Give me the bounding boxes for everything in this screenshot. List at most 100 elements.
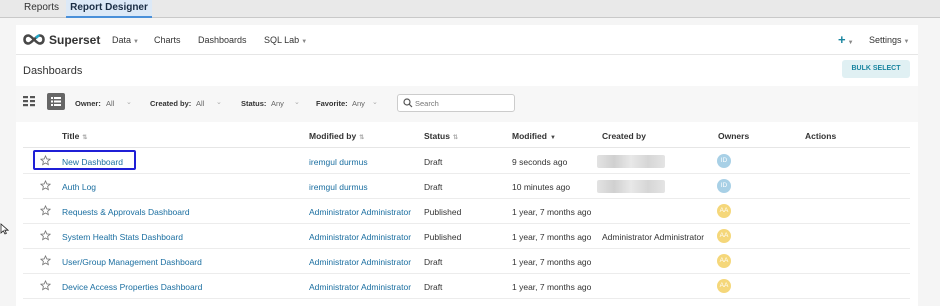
dashboard-title-link[interactable]: Device Access Properties Dashboard — [62, 282, 202, 292]
column-header-title-label: Title — [62, 131, 80, 141]
brand-name: Superset — [49, 33, 101, 47]
chevron-down-icon: ▼ — [903, 39, 910, 45]
column-header-created-by: Created by — [602, 131, 646, 141]
column-header-actions: Actions — [805, 131, 837, 141]
favorite-star-icon[interactable] — [40, 255, 51, 266]
nav-sql-lab-label: SQL Lab — [264, 35, 300, 45]
dashboard-title-link[interactable]: System Health Stats Dashboard — [62, 232, 183, 242]
column-header-modified-label: Modified — [512, 131, 547, 141]
tab-report-designer[interactable]: Report Designer — [66, 0, 152, 18]
table-row: Device Access Properties Dashboard Admini… — [23, 274, 910, 299]
sort-icon: ⇅ — [359, 135, 365, 141]
navbar: Superset Data ▼ Charts Dashboards SQL Lab… — [16, 25, 918, 55]
column-header-status-label: Status — [424, 131, 450, 141]
owner-avatar[interactable]: AA — [717, 229, 731, 243]
modified-by-link[interactable]: Administrator Administrator — [309, 282, 411, 292]
redacted-created-by — [597, 180, 665, 193]
list-view-icon — [51, 97, 61, 106]
modified-value: 1 year, 7 months ago — [512, 282, 592, 292]
column-header-modified-by-label: Modified by — [309, 131, 357, 141]
dashboard-title-link[interactable]: Auth Log — [62, 182, 96, 192]
new-menu-button[interactable]: + ▼ — [838, 32, 854, 47]
favorite-star-icon[interactable] — [40, 180, 51, 191]
modified-by-link[interactable]: Administrator Administrator — [309, 207, 411, 217]
modified-by-link[interactable]: Administrator Administrator — [309, 257, 411, 267]
table-row: New Dashboard iremgul durmus Draft 9 second… — [23, 149, 910, 174]
plus-icon: + — [838, 32, 846, 47]
modified-by-link[interactable]: Administrator Administrator — [309, 232, 411, 242]
owner-avatar[interactable]: AA — [717, 254, 731, 268]
favorite-star-icon[interactable] — [40, 230, 51, 241]
nav-charts[interactable]: Charts — [154, 35, 181, 45]
owner-filter-label: Owner: — [75, 99, 101, 108]
owner-avatar[interactable]: AA — [717, 279, 731, 293]
table-header: Title ⇅ Modified by ⇅ Status ⇅ Modified ▼ Cr… — [23, 123, 910, 148]
redacted-created-by — [597, 155, 665, 168]
list-view-button[interactable] — [47, 93, 65, 110]
chevron-down-icon[interactable]: ⌄ — [294, 98, 300, 106]
status-value: Draft — [424, 257, 443, 267]
favorite-filter-select[interactable]: Any — [352, 99, 365, 108]
created-by-filter-label: Created by: — [150, 99, 192, 108]
owner-avatar[interactable]: AA — [717, 204, 731, 218]
selection-highlight — [33, 150, 136, 170]
favorite-star-icon[interactable] — [40, 205, 51, 216]
status-value: Draft — [424, 282, 443, 292]
status-value: Published — [424, 232, 462, 242]
page-title: Dashboards — [23, 65, 83, 77]
column-header-owners: Owners — [718, 131, 750, 141]
status-value: Published — [424, 207, 462, 217]
column-header-title[interactable]: Title ⇅ — [62, 131, 87, 141]
settings-label: Settings — [869, 35, 902, 45]
chevron-down-icon[interactable]: ⌄ — [372, 98, 378, 106]
outer-tab-bar: Reports Report Designer — [0, 0, 940, 18]
owner-avatar[interactable]: ID — [717, 179, 731, 193]
chevron-down-icon[interactable]: ⌄ — [126, 98, 132, 106]
column-header-modified-by[interactable]: Modified by ⇅ — [309, 131, 364, 141]
modified-by-link[interactable]: iremgul durmus — [309, 182, 368, 192]
column-header-status[interactable]: Status ⇅ — [424, 131, 458, 141]
owner-filter-select[interactable]: All — [106, 99, 114, 108]
modified-value: 1 year, 7 months ago — [512, 257, 592, 267]
settings-menu[interactable]: Settings ▼ — [869, 35, 909, 45]
modified-by-link[interactable]: iremgul durmus — [309, 157, 368, 167]
chevron-down-icon: ▼ — [847, 40, 854, 46]
created-by-filter-select[interactable]: All — [196, 99, 204, 108]
nav-data[interactable]: Data ▼ — [112, 35, 139, 45]
card-view-icon[interactable] — [22, 94, 36, 108]
modified-value: 1 year, 7 months ago — [512, 207, 592, 217]
mouse-cursor-icon — [0, 223, 9, 235]
status-filter-label: Status: — [241, 99, 267, 108]
sort-icon: ⇅ — [452, 135, 459, 141]
dashboard-title-link[interactable]: User/Group Management Dashboard — [62, 257, 202, 267]
nav-sql-lab[interactable]: SQL Lab ▼ — [264, 35, 307, 45]
modified-value: 1 year, 7 months ago — [512, 232, 592, 242]
modified-value: 10 minutes ago — [512, 182, 571, 192]
column-header-modified[interactable]: Modified ▼ — [512, 131, 556, 141]
status-filter-select[interactable]: Any — [271, 99, 284, 108]
sort-descending-icon: ▼ — [549, 135, 556, 141]
search-icon — [403, 98, 413, 108]
sort-icon: ⇅ — [82, 135, 88, 141]
table-row: Requests & Approvals Dashboard Administra… — [23, 199, 910, 224]
modified-value: 9 seconds ago — [512, 157, 568, 167]
dashboard-title-link[interactable]: Requests & Approvals Dashboard — [62, 207, 190, 217]
table-row: Auth Log iremgul durmus Draft 10 minutes ag… — [23, 174, 910, 199]
tab-reports[interactable]: Reports — [16, 0, 67, 18]
favorite-star-icon[interactable] — [40, 280, 51, 291]
search-input[interactable] — [415, 97, 511, 109]
search-box[interactable] — [397, 94, 515, 112]
status-value: Draft — [424, 157, 443, 167]
nav-dashboards[interactable]: Dashboards — [198, 35, 247, 45]
table-row: User/Group Management Dashboard Administr… — [23, 249, 910, 274]
created-by-value: Administrator Administrator — [602, 232, 705, 242]
favorite-filter-label: Favorite: — [316, 99, 348, 108]
owner-avatar[interactable]: ID — [717, 154, 731, 168]
chevron-down-icon[interactable]: ⌄ — [216, 98, 222, 106]
superset-app: Superset Data ▼ Charts Dashboards SQL Lab… — [16, 25, 918, 306]
chevron-down-icon: ▼ — [301, 39, 308, 45]
bulk-select-button[interactable]: BULK SELECT — [842, 60, 910, 78]
page-header: Dashboards BULK SELECT — [16, 56, 918, 86]
status-value: Draft — [424, 182, 443, 192]
superset-logo-icon — [23, 34, 45, 45]
